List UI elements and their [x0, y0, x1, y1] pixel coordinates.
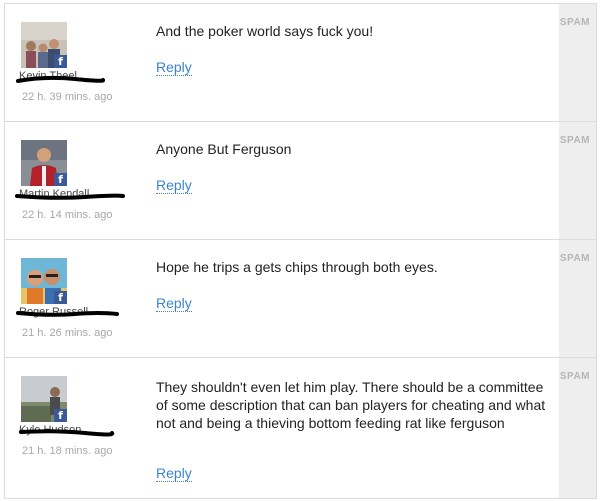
facebook-icon: f	[54, 173, 67, 186]
spam-column: SPAM	[559, 358, 596, 498]
reply-link[interactable]: Reply	[156, 178, 192, 194]
comment-text: Anyone But Ferguson	[156, 141, 292, 157]
spam-button[interactable]: SPAM	[560, 17, 590, 28]
comment-list: f Kevin Theel 22 h. 39 mins. ago And the…	[4, 3, 597, 499]
timestamp: 21 h. 26 mins. ago	[22, 327, 113, 339]
avatar[interactable]: f	[21, 22, 67, 68]
spam-column: SPAM	[559, 122, 596, 239]
comment-item: f Roger Russell 21 h. 26 mins. ago Hope …	[5, 240, 596, 358]
timestamp: 22 h. 39 mins. ago	[22, 91, 113, 103]
timestamp: 21 h. 18 mins. ago	[22, 445, 113, 457]
comment-text: They shouldn't even let him play. There …	[156, 379, 546, 431]
spam-column: SPAM	[559, 240, 596, 357]
facebook-icon: f	[54, 55, 67, 68]
comment-item: f Kyle Hudson 21 h. 18 mins. ago They sh…	[5, 358, 596, 498]
timestamp: 22 h. 14 mins. ago	[22, 209, 113, 221]
comment-text: Hope he trips a gets chips through both …	[156, 259, 438, 275]
comment-text: And the poker world says fuck you!	[156, 23, 374, 39]
spam-button[interactable]: SPAM	[560, 371, 590, 382]
reply-link[interactable]: Reply	[156, 296, 192, 312]
avatar[interactable]: f	[21, 258, 67, 304]
reply-link[interactable]: Reply	[156, 60, 192, 76]
facebook-icon: f	[54, 409, 67, 422]
redaction-scribble	[15, 193, 125, 200]
redaction-scribble	[16, 75, 105, 83]
spam-button[interactable]: SPAM	[560, 135, 590, 146]
reply-link[interactable]: Reply	[156, 466, 192, 482]
avatar[interactable]: f	[21, 376, 67, 422]
spam-button[interactable]: SPAM	[560, 253, 590, 264]
spam-column: SPAM	[559, 4, 596, 121]
avatar[interactable]: f	[21, 140, 67, 186]
redaction-scribble	[19, 429, 115, 437]
comment-item: f Martin Kendall 22 h. 14 mins. ago Anyo…	[5, 122, 596, 240]
facebook-icon: f	[54, 291, 67, 304]
comment-item: f Kevin Theel 22 h. 39 mins. ago And the…	[5, 4, 596, 122]
redaction-scribble	[16, 311, 119, 317]
